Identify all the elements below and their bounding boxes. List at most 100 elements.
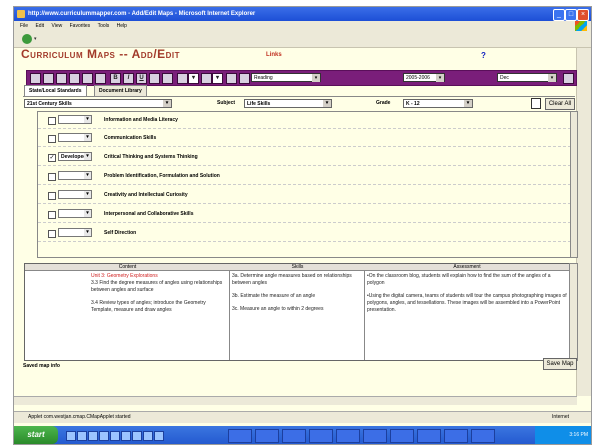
calendar-icon[interactable] bbox=[563, 73, 574, 84]
back-icon[interactable] bbox=[22, 34, 32, 44]
standard-checkbox[interactable] bbox=[48, 211, 56, 219]
standard-checkbox[interactable] bbox=[48, 117, 56, 125]
standards-set-select[interactable]: 21st Century Skills ▾ bbox=[24, 99, 172, 108]
save-map-button[interactable]: Save Map bbox=[543, 358, 577, 370]
bold-icon[interactable]: B bbox=[110, 73, 121, 84]
taskbar-window-button[interactable] bbox=[282, 429, 306, 443]
menu-favorites[interactable]: Favorites bbox=[70, 23, 91, 29]
document-icon[interactable] bbox=[531, 98, 541, 109]
standard-name: Creativity and Intellectual Curiosity bbox=[104, 192, 188, 198]
help-link[interactable]: ? bbox=[481, 51, 486, 60]
quick-launch-icon[interactable] bbox=[66, 431, 76, 441]
quick-launch-icon[interactable] bbox=[154, 431, 164, 441]
subject-filter-select[interactable]: Life Skills ▾ bbox=[244, 99, 332, 108]
align-icon[interactable] bbox=[149, 73, 160, 84]
list-item: ▾ Information and Media Literacy bbox=[38, 113, 571, 129]
table-icon[interactable] bbox=[177, 73, 188, 84]
paste-tool-icon[interactable] bbox=[82, 73, 93, 84]
back-dropdown-icon[interactable]: ▾ bbox=[34, 36, 37, 42]
skills-cell[interactable]: 3a. Determine angle measures based on re… bbox=[230, 271, 365, 360]
quick-launch-icon[interactable] bbox=[132, 431, 142, 441]
underline-icon[interactable]: U bbox=[136, 73, 147, 84]
cut-tool-icon[interactable] bbox=[56, 73, 67, 84]
minimize-button[interactable]: _ bbox=[553, 9, 565, 21]
clear-all-button[interactable]: Clear All bbox=[545, 98, 575, 110]
standard-checkbox[interactable] bbox=[48, 192, 56, 200]
screenshot: http://www.curriculummapper.com - Add/Ed… bbox=[0, 0, 602, 445]
assessment-cell[interactable]: •On the classroom blog, students will ex… bbox=[365, 271, 569, 360]
start-button[interactable]: start bbox=[14, 426, 58, 444]
level-select[interactable]: ▾ bbox=[58, 190, 92, 199]
taskbar-window-button[interactable] bbox=[444, 429, 468, 443]
menu-help[interactable]: Help bbox=[117, 23, 127, 29]
menu-view[interactable]: View bbox=[51, 23, 62, 29]
chevron-down-icon: ▾ bbox=[84, 134, 91, 141]
taskbar-window-button[interactable] bbox=[363, 429, 387, 443]
taskbar-window-button[interactable] bbox=[471, 429, 495, 443]
horizontal-scrollbar[interactable] bbox=[14, 396, 577, 405]
quick-launch-icon[interactable] bbox=[110, 431, 120, 441]
menu-file[interactable]: File bbox=[20, 23, 28, 29]
color-dropdown-icon[interactable]: ▾ bbox=[212, 73, 223, 84]
skill-item: 3c. Measure an angle to within 2 degrees bbox=[232, 306, 324, 312]
standard-name: Critical Thinking and Systems Thinking bbox=[104, 154, 198, 160]
grade-select[interactable]: K - 12 ▾ bbox=[403, 99, 473, 108]
quick-launch-icon[interactable] bbox=[143, 431, 153, 441]
taskbar-window-button[interactable] bbox=[228, 429, 252, 443]
print-tool-icon[interactable] bbox=[43, 73, 54, 84]
level-select[interactable]: ▾ bbox=[58, 209, 92, 218]
links-link[interactable]: Links bbox=[266, 52, 282, 58]
assessment-item: •Using the digital camera, teams of stud… bbox=[367, 293, 567, 313]
maximize-button[interactable]: □ bbox=[565, 9, 577, 21]
standard-checkbox[interactable]: ✓ bbox=[48, 154, 56, 162]
level-select[interactable]: Developed ▾ bbox=[58, 152, 92, 161]
map-scrollbar[interactable] bbox=[569, 263, 578, 361]
italic-icon[interactable]: I bbox=[123, 73, 134, 84]
save-tool-icon[interactable] bbox=[30, 73, 41, 84]
quick-launch-icon[interactable] bbox=[121, 431, 131, 441]
chevron-down-icon: ▾ bbox=[464, 100, 472, 107]
taskbar-window-button[interactable] bbox=[417, 429, 441, 443]
year-select[interactable]: 2005-2006 ▾ bbox=[403, 73, 445, 82]
image-tool-icon[interactable] bbox=[226, 73, 237, 84]
standard-checkbox[interactable] bbox=[48, 173, 56, 181]
taskbar-window-button[interactable] bbox=[390, 429, 414, 443]
list-item: ▾ Communication Skills bbox=[38, 131, 571, 147]
status-bar: Applet com.westjan.cmap.CMapApplet start… bbox=[14, 411, 591, 423]
taskbar-window-button[interactable] bbox=[255, 429, 279, 443]
menu-edit[interactable]: Edit bbox=[35, 23, 44, 29]
content-item: 3.4 Review types of angles; introduce th… bbox=[91, 300, 206, 313]
subject-select[interactable]: Reading ▾ bbox=[251, 73, 321, 82]
month-select[interactable]: Dec ▾ bbox=[497, 73, 557, 82]
undo-tool-icon[interactable] bbox=[95, 73, 106, 84]
chevron-down-icon: ▾ bbox=[84, 153, 91, 160]
close-button[interactable]: × bbox=[577, 9, 589, 21]
chevron-down-icon: ▾ bbox=[312, 74, 320, 82]
list-icon[interactable] bbox=[162, 73, 173, 84]
taskbar-window-button[interactable] bbox=[336, 429, 360, 443]
taskbar-window-button[interactable] bbox=[309, 429, 333, 443]
navigation-bar: ▾ bbox=[14, 31, 591, 48]
chevron-down-icon: ▾ bbox=[84, 229, 91, 236]
quick-launch-icon[interactable] bbox=[77, 431, 87, 441]
level-select[interactable]: ▾ bbox=[58, 171, 92, 180]
window-title: http://www.curriculummapper.com - Add/Ed… bbox=[28, 11, 256, 17]
level-select[interactable]: ▾ bbox=[58, 133, 92, 142]
page-scrollbar[interactable] bbox=[576, 48, 591, 396]
level-select[interactable]: ▾ bbox=[58, 228, 92, 237]
standard-checkbox[interactable] bbox=[48, 230, 56, 238]
level-select[interactable]: ▾ bbox=[58, 115, 92, 124]
menu-tools[interactable]: Tools bbox=[98, 23, 110, 29]
quick-launch-icon[interactable] bbox=[88, 431, 98, 441]
link-tool-icon[interactable] bbox=[239, 73, 250, 84]
quick-launch-icon[interactable] bbox=[99, 431, 109, 441]
map-table: Content Skills Assessment Unit 3: Geomet… bbox=[24, 263, 570, 361]
content-cell[interactable]: Unit 3: Geometry Explorations 3.3 Find t… bbox=[25, 271, 230, 360]
copy-tool-icon[interactable] bbox=[69, 73, 80, 84]
table-dropdown-icon[interactable]: ▾ bbox=[188, 73, 199, 84]
color-icon[interactable] bbox=[201, 73, 212, 84]
standard-checkbox[interactable] bbox=[48, 135, 56, 143]
chevron-down-icon: ▾ bbox=[84, 191, 91, 198]
chevron-down-icon: ▾ bbox=[84, 116, 91, 123]
standards-scrollbar[interactable] bbox=[570, 111, 578, 258]
